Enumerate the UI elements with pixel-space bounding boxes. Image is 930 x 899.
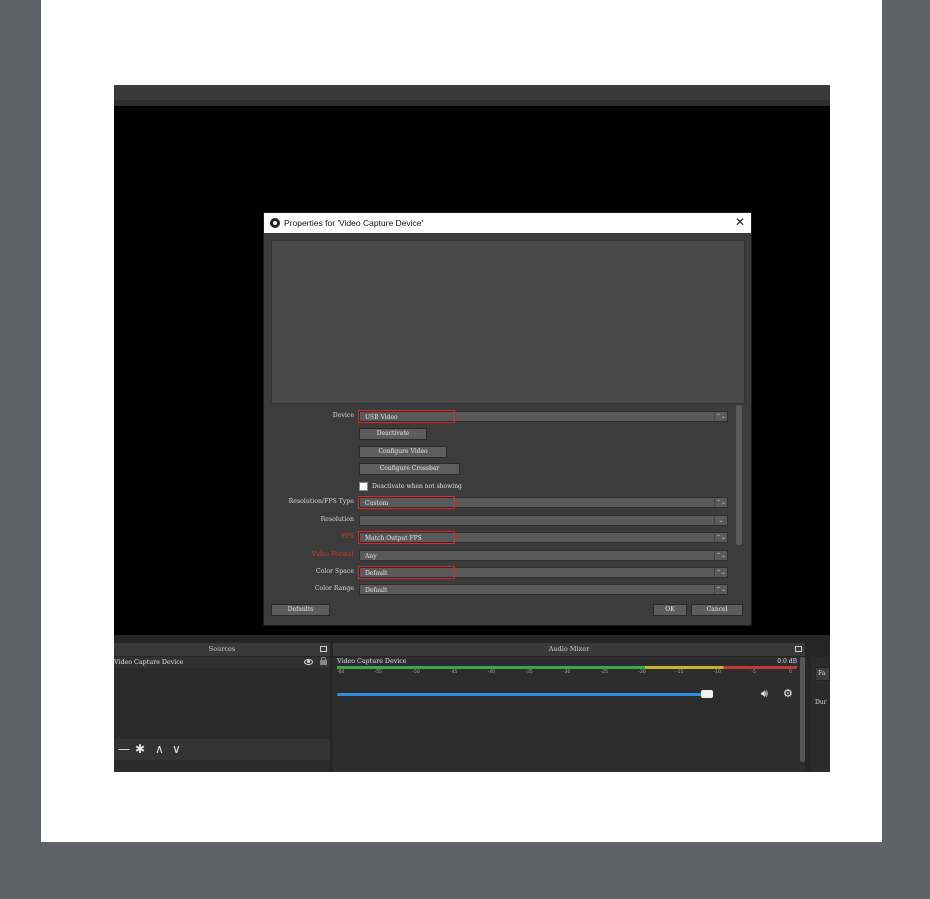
color-space-value: Default <box>365 570 388 577</box>
meter-tick-label: -45 <box>450 670 458 675</box>
fps-value: Match Output FPS <box>365 535 422 542</box>
checkbox-label: Deactivate when not showing <box>372 483 462 490</box>
source-item-label: Video Capture Device <box>114 659 184 666</box>
meter-tick-label: -35 <box>525 670 533 675</box>
meter-ticks: -60 -55 -50 -45 -40 -35 -30 -25 -20 -15 -10 -5 0 <box>337 670 797 678</box>
color-range-select[interactable]: Default ⌃⌄ <box>359 584 728 595</box>
properties-dialog: Properties for 'Video Capture Device' ✕ … <box>263 212 752 626</box>
gear-icon[interactable]: ✱ <box>135 743 145 755</box>
up-down-arrow-icon: ⌃⌄ <box>714 568 727 577</box>
mixer-channel-name: Video Capture Device <box>337 658 407 665</box>
obs-top-bar <box>114 85 830 107</box>
device-value: USB Video <box>365 414 398 421</box>
color-space-label: Color Space <box>315 568 354 575</box>
meter-tick-label: 0 <box>789 670 792 675</box>
lock-icon[interactable] <box>320 657 327 665</box>
move-up-icon[interactable]: ∧ <box>155 743 164 755</box>
deactivate-button[interactable]: Deactivate <box>359 428 427 440</box>
volume-meter <box>337 666 797 669</box>
meter-tick-label: -60 <box>337 670 345 675</box>
float-dock-icon[interactable] <box>795 646 802 652</box>
meter-tick-label: -10 <box>713 670 722 675</box>
remove-icon[interactable]: — <box>118 743 130 755</box>
video-format-select[interactable]: Any ⌃⌄ <box>359 550 728 561</box>
cancel-button[interactable]: Cancel <box>691 604 743 616</box>
configure-crossbar-button[interactable]: Configure Crossbar <box>359 463 460 475</box>
configure-video-button[interactable]: Configure Video <box>359 446 447 458</box>
meter-tick-label: -25 <box>600 670 609 675</box>
dialog-title: Properties for 'Video Capture Device' <box>284 218 424 228</box>
meter-tick-label: -50 <box>412 670 420 675</box>
move-down-icon[interactable]: ∨ <box>172 743 181 755</box>
chevron-down-icon: ⌄ <box>714 516 727 525</box>
meter-tick-label: -30 <box>563 670 571 675</box>
video-format-label: Video Format <box>311 551 354 558</box>
resolution-fps-type-label: Resolution/FPS Type <box>288 498 354 505</box>
gear-icon[interactable]: ⚙︎ <box>783 687 793 700</box>
ok-button[interactable]: OK <box>653 604 687 616</box>
volume-slider[interactable] <box>337 693 705 696</box>
bottom-docks: Sources Video Capture Device — ✱ ∧ ∨ Aud… <box>114 635 830 772</box>
controls-text: Dur <box>815 699 827 706</box>
source-item[interactable]: Video Capture Device <box>114 657 330 668</box>
sources-list: Video Capture Device — ✱ ∧ ∨ <box>114 657 330 772</box>
controls-panel: Fa Dur <box>811 657 830 772</box>
meter-tick-label: -20 <box>638 670 646 675</box>
sources-dock-title: Sources <box>114 643 330 656</box>
volume-slider-handle[interactable] <box>700 690 713 698</box>
resolution-label: Resolution <box>320 516 354 523</box>
fps-label: FPS <box>341 533 354 540</box>
sources-toolbar: — ✱ ∧ ∨ <box>114 739 330 760</box>
float-dock-icon[interactable] <box>320 646 327 652</box>
device-select[interactable]: USB Video ⌃⌄ <box>359 411 728 422</box>
video-format-value: Any <box>365 553 377 560</box>
mixer-level: 0.0 dB <box>777 658 797 665</box>
dialog-titlebar[interactable]: Properties for 'Video Capture Device' ✕ <box>264 213 751 233</box>
obs-window: Properties for 'Video Capture Device' ✕ … <box>114 85 830 772</box>
properties-scrollbar-thumb[interactable] <box>736 405 742 545</box>
resolution-fps-type-select[interactable]: Custom ⌃⌄ <box>359 497 728 508</box>
defaults-button[interactable]: Defaults <box>271 604 330 616</box>
source-preview-area <box>271 240 745 404</box>
sources-title: Sources <box>208 645 236 653</box>
mixer-dock-title: Audio Mixer <box>333 643 805 656</box>
color-range-value: Default <box>365 587 388 594</box>
up-down-arrow-icon: ⌃⌄ <box>714 585 727 594</box>
controls-button[interactable]: Fa <box>815 667 830 681</box>
checkbox[interactable] <box>359 482 368 491</box>
deactivate-when-not-showing[interactable]: Deactivate when not showing <box>359 482 462 491</box>
close-icon[interactable]: ✕ <box>735 215 745 229</box>
up-down-arrow-icon: ⌃⌄ <box>714 533 727 542</box>
meter-tick-label: -40 <box>487 670 496 675</box>
color-space-select[interactable]: Default ⌃⌄ <box>359 567 728 578</box>
mixer-scrollbar[interactable] <box>800 657 805 762</box>
meter-tick-label: -5 <box>751 670 756 675</box>
fps-select[interactable]: Match Output FPS ⌃⌄ <box>359 532 728 543</box>
speaker-icon[interactable]: 🔊︎ <box>761 687 768 701</box>
up-down-arrow-icon: ⌃⌄ <box>714 412 727 421</box>
up-down-arrow-icon: ⌃⌄ <box>714 551 727 560</box>
resolution-select[interactable]: ⌄ <box>359 515 728 526</box>
device-label: Device <box>332 412 354 419</box>
mixer-title: Audio Mixer <box>548 645 590 653</box>
obs-logo-icon <box>270 218 280 228</box>
up-down-arrow-icon: ⌃⌄ <box>714 498 727 507</box>
meter-tick-label: -55 <box>374 670 383 675</box>
meter-tick-label: -15 <box>676 670 684 675</box>
eye-icon[interactable] <box>304 659 313 665</box>
color-range-label: Color Range <box>314 585 354 592</box>
audio-mixer: Video Capture Device 0.0 dB -60 -55 -50 -45… <box>333 657 805 772</box>
resolution-fps-type-value: Custom <box>365 500 389 507</box>
